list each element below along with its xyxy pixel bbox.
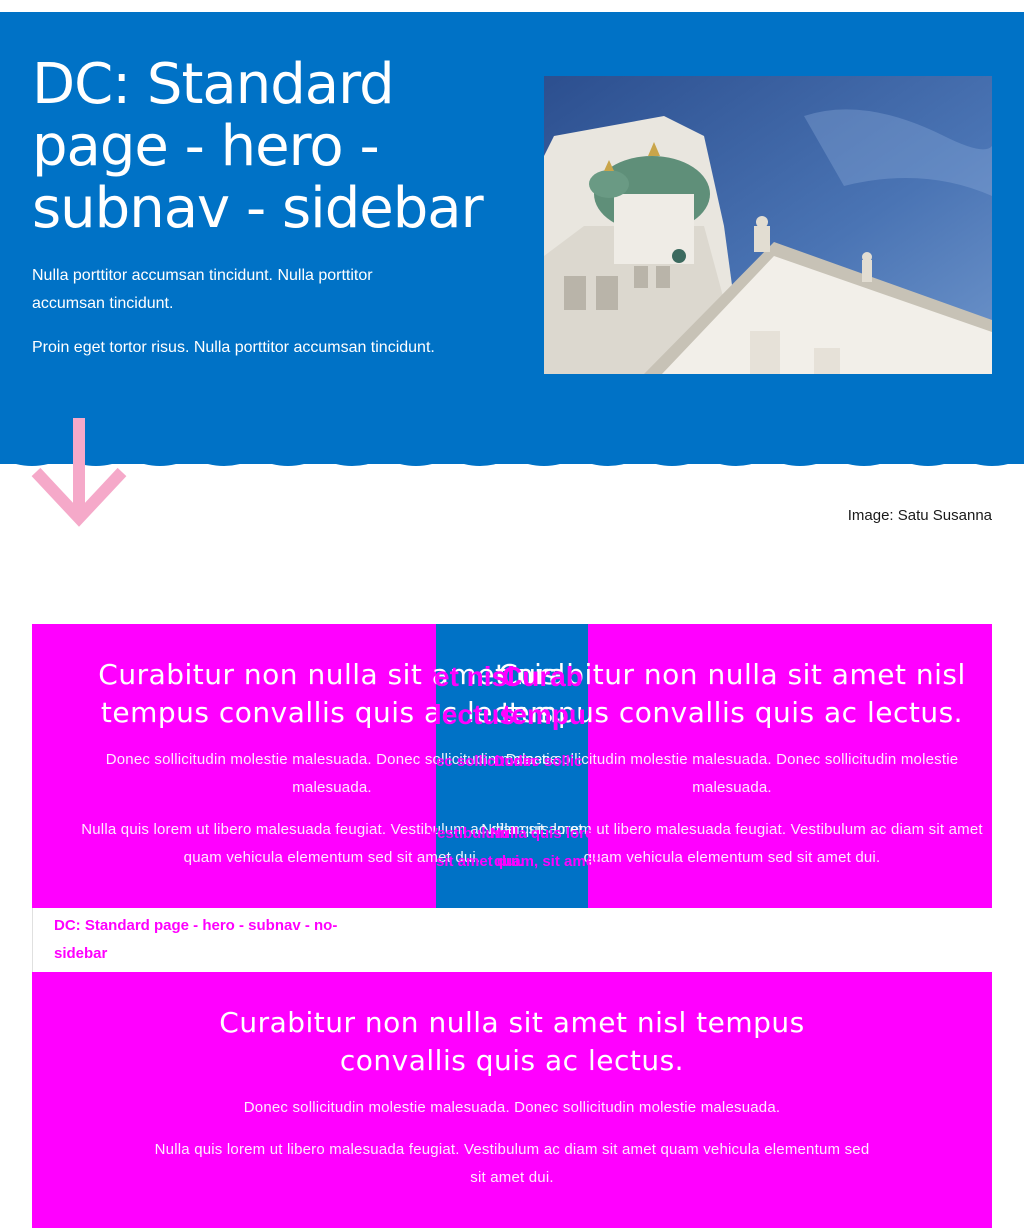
subnav: DC: Standard page - hero - subnav - no-s… (32, 908, 993, 972)
overlap-text-fragment: quam, sit amet (494, 853, 600, 870)
hero-paragraph-1: Nulla porttitor accumsan tincidunt. Null… (32, 267, 373, 312)
content-heading-bottom: Curabitur non nulla sit amet nisl tempus… (219, 1006, 805, 1077)
hero-wave-divider (0, 452, 1024, 466)
subnav-link-no-sidebar[interactable]: DC: Standard page - hero - subnav - no-s… (54, 912, 374, 968)
overlap-text-fragment: Nulla quis lore (490, 825, 594, 842)
content-paragraph-bottom-2: Nulla quis lorem ut libero malesuada feu… (154, 1141, 870, 1186)
overlap-heading-fragment: tempu (502, 699, 586, 730)
hero-section: DC: Standard page - hero - subnav - side… (0, 12, 1024, 464)
content-paragraph-bottom-1: Donec sollicitudin molestie malesuada. D… (243, 1099, 781, 1116)
hero-paragraph-2: Proin eget tortor risus. Nulla porttitor… (32, 339, 435, 356)
arrow-down-icon[interactable] (30, 418, 130, 530)
image-caption: Image: Satu Susanna (847, 507, 992, 524)
cathedral-photo (544, 76, 992, 374)
content-block-bottom: Curabitur non nulla sit amet nisl tempus… (32, 972, 992, 1228)
content-block-top: Curabitur non nulla sit amet nisl tempus… (32, 624, 992, 908)
page-title: DC: Standard page - hero - subnav - side… (32, 52, 484, 241)
hero-image (544, 76, 992, 374)
content-layer-bottom: Curabitur non nulla sit amet nisl tempus… (152, 972, 872, 1192)
overlap-heading-fragment: Curab (502, 661, 583, 692)
overlap-text-fragment: Donec sollic (494, 753, 583, 770)
